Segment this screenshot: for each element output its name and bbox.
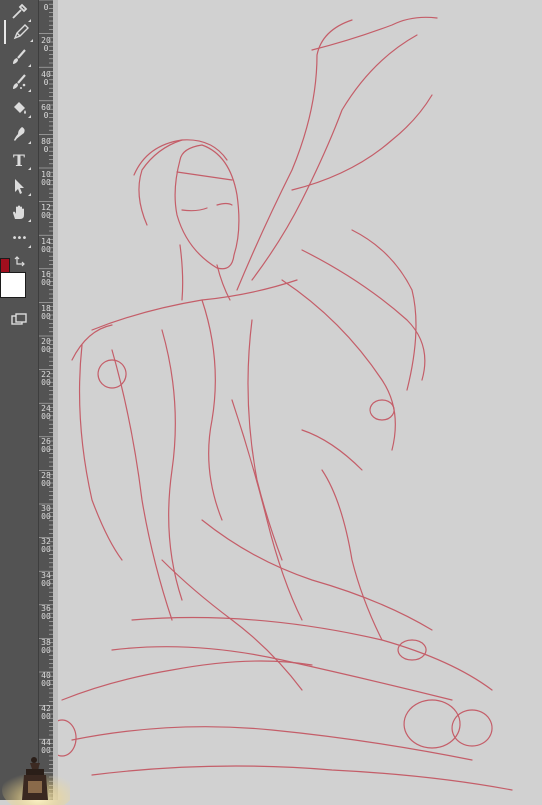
ruler-label: 3200 xyxy=(41,537,51,555)
ruler-label: 2200 xyxy=(41,370,51,388)
brush-icon xyxy=(13,49,26,64)
ruler-label: 1200 xyxy=(41,203,51,221)
eyedropper-icon xyxy=(12,3,28,19)
ruler-label: 4000 xyxy=(41,671,51,688)
paint-bucket-icon xyxy=(14,102,26,114)
ruler-label: 200 xyxy=(41,36,51,54)
mixer-brush-icon xyxy=(13,74,26,89)
pencil-icon xyxy=(13,24,29,40)
ruler-label: 600 xyxy=(41,103,51,121)
ruler-label: 4200 xyxy=(41,704,51,722)
lamp-icon xyxy=(2,757,70,805)
more-tools-button[interactable]: ••• xyxy=(4,226,34,250)
ruler-label: 400 xyxy=(41,69,51,87)
smudge-icon xyxy=(14,127,25,141)
ruler-label: 3800 xyxy=(41,637,51,655)
ruler-label: 2600 xyxy=(41,437,51,455)
ruler-label: 3600 xyxy=(41,604,51,622)
path-selection-tool[interactable] xyxy=(4,174,34,198)
hand-tool-icon xyxy=(13,205,24,219)
ruler-label: 2400 xyxy=(41,403,51,421)
more-tools-icon: ••• xyxy=(11,232,28,244)
ruler-label: 0 xyxy=(43,3,49,12)
mixer-brush-tool[interactable] xyxy=(4,70,34,94)
ruler-label: 800 xyxy=(41,136,51,154)
screen-mode-icon xyxy=(11,313,27,325)
ruler-label: 1600 xyxy=(41,270,51,288)
ruler-label: 1800 xyxy=(41,303,51,321)
ruler-label: 1000 xyxy=(41,170,51,187)
ruler-label: 3400 xyxy=(41,570,51,588)
smudge-tool[interactable] xyxy=(4,122,34,146)
brush-tool[interactable] xyxy=(4,45,34,69)
ruler-label: 2000 xyxy=(41,337,51,354)
ruler-label: 3000 xyxy=(41,504,51,521)
type-tool-icon: T xyxy=(13,150,25,170)
paint-bucket-tool[interactable] xyxy=(4,96,34,120)
tools-panel: T ••• xyxy=(0,0,38,800)
screen-mode-button[interactable] xyxy=(4,308,34,332)
type-tool[interactable]: T xyxy=(4,148,34,172)
swap-colors-icon[interactable] xyxy=(14,255,26,267)
ruler-label: 2800 xyxy=(41,470,51,488)
path-selection-icon xyxy=(15,179,24,194)
ruler-label: 1400 xyxy=(41,236,51,254)
drawing-canvas[interactable] xyxy=(52,0,542,800)
background-color-swatch[interactable] xyxy=(0,272,26,298)
hand-tool[interactable] xyxy=(4,200,34,224)
vertical-ruler: 0 200 400 600 800 1000 1200 1400 1600 1800 2000 220… xyxy=(38,0,53,800)
pencil-tool[interactable] xyxy=(4,20,36,44)
figure-sketch xyxy=(52,16,513,791)
